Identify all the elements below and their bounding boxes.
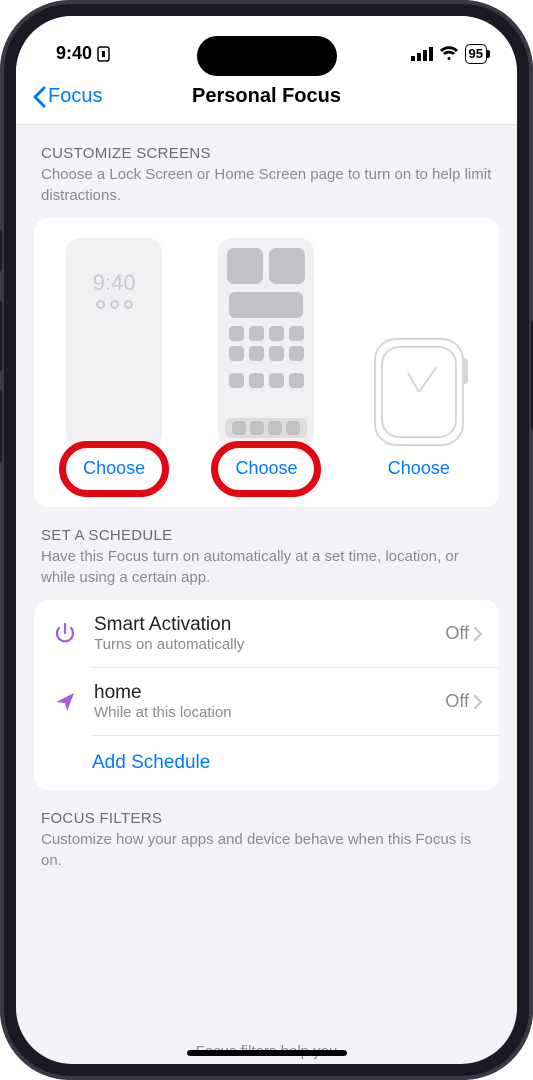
smart-activation-sub: Turns on automatically: [94, 636, 431, 653]
choose-home-screen-button[interactable]: Choose: [235, 458, 297, 479]
location-sub: While at this location: [94, 704, 431, 721]
chevron-left-icon: [32, 86, 46, 108]
dynamic-island: [197, 36, 337, 76]
schedule-title: SET A SCHEDULE: [41, 527, 492, 544]
choose-watch-face-button[interactable]: Choose: [388, 458, 450, 479]
lock-screen-col: 9:40 Choose: [44, 238, 184, 479]
cellular-icon: [411, 47, 433, 61]
customize-desc: Choose a Lock Screen or Home Screen page…: [41, 164, 492, 206]
battery-pct: 95: [469, 46, 483, 61]
nav-header: Focus Personal Focus: [16, 71, 517, 125]
volume-up: [0, 300, 2, 372]
schedule-card: Smart Activation Turns on automatically …: [34, 600, 499, 790]
lock-screen-preview[interactable]: 9:40: [66, 238, 162, 448]
lock-preview-time: 9:40: [93, 270, 136, 296]
iphone-frame: 9:40 95 Focus Personal Focus CUSTOMIZE: [0, 0, 533, 1080]
lock-preview-widgets: [96, 300, 133, 309]
customize-section-header: CUSTOMIZE SCREENS Choose a Lock Screen o…: [16, 125, 517, 206]
back-label: Focus: [48, 85, 102, 108]
smart-activation-title: Smart Activation: [94, 614, 431, 636]
back-button[interactable]: Focus: [32, 85, 102, 108]
power-icon: [50, 621, 80, 647]
page-title: Personal Focus: [192, 85, 341, 108]
location-arrow-icon: [50, 690, 80, 714]
schedule-section-header: SET A SCHEDULE Have this Focus turn on a…: [16, 507, 517, 588]
chevron-right-icon: [473, 694, 483, 710]
chevron-right-icon: [473, 626, 483, 642]
ringer-switch: [0, 230, 2, 272]
schedule-desc: Have this Focus turn on automatically at…: [41, 546, 492, 588]
location-value: Off: [445, 691, 469, 712]
customize-screens-card: 9:40 Choose: [34, 218, 499, 507]
location-schedule-row[interactable]: home While at this location Off: [34, 668, 499, 735]
filters-section-header: FOCUS FILTERS Customize how your apps an…: [16, 790, 517, 871]
smart-activation-value: Off: [445, 623, 469, 644]
portrait-lock-icon: [97, 46, 110, 62]
filters-title: FOCUS FILTERS: [41, 810, 492, 827]
location-title: home: [94, 682, 431, 704]
volume-down: [0, 390, 2, 462]
status-time: 9:40: [56, 43, 92, 64]
watch-face-col: Choose: [349, 338, 489, 479]
choose-lock-screen-button[interactable]: Choose: [83, 458, 145, 479]
add-schedule-button[interactable]: Add Schedule: [34, 736, 499, 790]
home-screen-col: Choose: [196, 238, 336, 479]
content-scroll[interactable]: CUSTOMIZE SCREENS Choose a Lock Screen o…: [16, 125, 517, 1064]
screen: 9:40 95 Focus Personal Focus CUSTOMIZE: [16, 16, 517, 1064]
wifi-icon: [439, 46, 459, 61]
filters-desc: Customize how your apps and device behav…: [41, 829, 492, 871]
smart-activation-row[interactable]: Smart Activation Turns on automatically …: [34, 600, 499, 667]
home-indicator[interactable]: [187, 1050, 347, 1056]
watch-face-preview[interactable]: [374, 338, 464, 446]
customize-title: CUSTOMIZE SCREENS: [41, 145, 492, 162]
home-screen-preview[interactable]: [218, 238, 314, 448]
battery-badge: 95: [465, 44, 487, 64]
